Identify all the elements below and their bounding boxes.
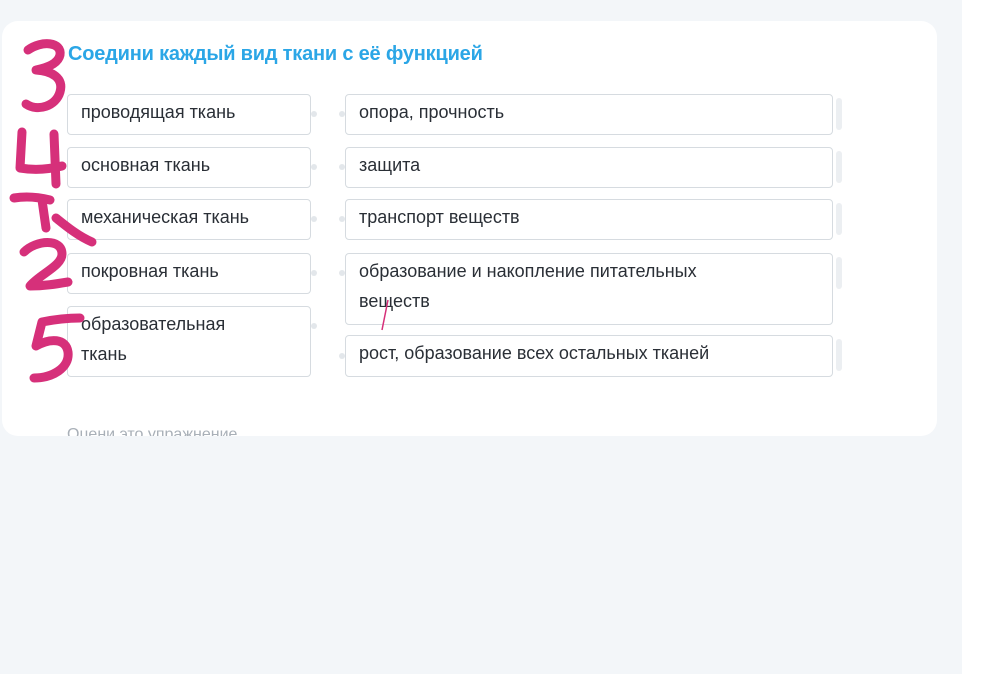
left-item-label: основная ткань [81, 155, 211, 175]
left-item-ground-tissue[interactable]: основная ткань [67, 147, 311, 188]
drag-handle[interactable] [836, 339, 842, 371]
connector-dot[interactable] [311, 323, 317, 329]
right-item-support[interactable]: опора, прочность [345, 94, 833, 135]
drag-handle[interactable] [836, 257, 842, 289]
connector-dot[interactable] [311, 270, 317, 276]
right-item-protection[interactable]: защита [345, 147, 833, 188]
right-item-label: транспорт веществ [359, 207, 520, 227]
left-item-meristem-tissue[interactable]: образовательная ткань [67, 306, 311, 377]
right-item-label: защита [359, 155, 421, 175]
connector-dot[interactable] [311, 216, 317, 222]
connector-dot[interactable] [311, 111, 317, 117]
left-item-label: покровная ткань [81, 261, 219, 281]
rate-exercise-label[interactable]: Оцени это упражнение [67, 424, 237, 436]
drag-handle[interactable] [836, 203, 842, 235]
right-item-transport[interactable]: транспорт веществ [345, 199, 833, 240]
left-item-label: проводящая ткань [81, 102, 236, 122]
left-item-label: механическая ткань [81, 207, 250, 227]
right-item-label: образование и накопление питательных вещ… [359, 261, 697, 311]
right-item-growth[interactable]: рост, образование всех остальных тканей [345, 335, 833, 377]
right-item-label: рост, образование всех остальных тканей [359, 343, 710, 363]
left-item-mechanical-tissue[interactable]: механическая ткань [67, 199, 311, 240]
left-item-label: образовательная ткань [81, 314, 226, 364]
left-item-integumentary-tissue[interactable]: покровная ткань [67, 253, 311, 294]
exercise-title: Соедини каждый вид ткани с её функцией [68, 43, 483, 65]
right-item-nutrient-storage[interactable]: образование и накопление питательных вещ… [345, 253, 833, 325]
right-item-label: опора, прочность [359, 102, 505, 122]
connector-dot[interactable] [311, 164, 317, 170]
drag-handle[interactable] [836, 98, 842, 130]
drag-handle[interactable] [836, 151, 842, 183]
left-item-conducting-tissue[interactable]: проводящая ткань [67, 94, 311, 135]
